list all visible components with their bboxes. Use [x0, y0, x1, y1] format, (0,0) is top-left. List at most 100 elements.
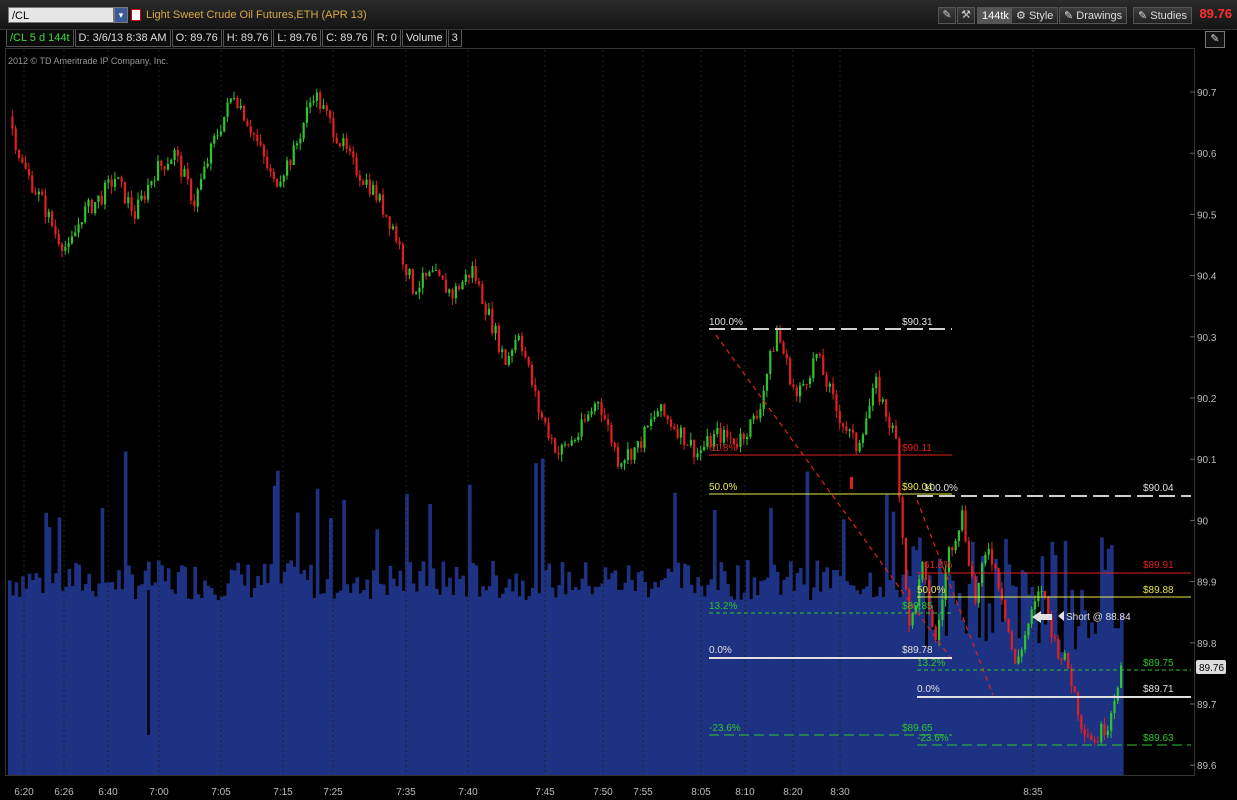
volume-bar — [233, 570, 237, 775]
candle-body — [987, 548, 990, 555]
candle-body — [292, 145, 295, 166]
candle-body — [411, 269, 414, 294]
short-note: Short @ 88.84 — [1066, 612, 1131, 623]
candle-body — [822, 355, 825, 375]
volume-bar — [514, 573, 518, 775]
candle-body — [153, 180, 156, 182]
x-tick-label: 7:40 — [458, 787, 478, 798]
candle-body — [659, 404, 663, 412]
candle-body — [560, 444, 563, 455]
volume-bar — [269, 564, 274, 775]
volume-bar — [504, 587, 509, 775]
y-tick-label: 89.9 — [1197, 578, 1217, 589]
volume-bar — [633, 591, 638, 775]
candle-body — [372, 185, 375, 195]
candle-body — [252, 133, 256, 135]
candle-body — [904, 538, 908, 590]
x-tick-label: 8:35 — [1023, 787, 1043, 798]
fib2-100-price: $90.04 — [1143, 483, 1174, 494]
volume-bar — [554, 597, 558, 775]
candle-body — [51, 211, 54, 226]
candle-body — [666, 415, 669, 420]
candle-body — [620, 463, 623, 467]
candle-body — [11, 116, 14, 129]
candle-body — [832, 383, 835, 395]
volume-bar — [580, 578, 585, 775]
volume-bar — [689, 584, 694, 775]
candle-body — [891, 425, 894, 429]
fib2-132-price: $89.75 — [1143, 658, 1174, 669]
fib1-132-label: 13.2% — [709, 601, 737, 612]
candle-body — [94, 201, 97, 214]
volume-bar — [782, 579, 787, 775]
candle-body — [1057, 638, 1060, 659]
candle-body — [871, 388, 874, 406]
volume-bar — [160, 565, 164, 775]
candle-body — [845, 426, 848, 431]
volume-bar — [133, 599, 138, 775]
candle-body — [746, 436, 749, 440]
volume-bar — [716, 590, 720, 775]
volume-bar — [143, 570, 148, 775]
fib2-neg236-price: $89.63 — [1143, 733, 1174, 744]
x-tick-label: 7:15 — [273, 787, 293, 798]
volume-bar — [610, 573, 614, 775]
candle-body — [769, 351, 772, 374]
candle-body — [636, 441, 640, 448]
volume-bar — [123, 451, 128, 775]
volume-bar — [17, 596, 22, 775]
volume-bar — [381, 584, 386, 775]
volume-bar — [345, 584, 350, 775]
candle-body — [428, 271, 431, 277]
candle-body — [865, 418, 868, 435]
candle-body — [388, 216, 391, 230]
volume-bar — [226, 583, 231, 775]
candle-body — [160, 161, 163, 167]
candle-body — [150, 181, 153, 185]
volume-bar — [570, 590, 575, 775]
volume-bar — [401, 590, 406, 775]
volume-bar — [305, 579, 310, 775]
candle-body — [557, 452, 560, 455]
candle-body — [815, 353, 818, 359]
candle-body — [60, 243, 64, 251]
candle-body — [977, 583, 980, 603]
candle-body — [696, 453, 699, 458]
volume-bar — [249, 597, 254, 775]
candle-body — [269, 168, 272, 172]
candle-body — [173, 149, 176, 161]
candle-body — [990, 548, 994, 565]
candle-body — [749, 419, 752, 437]
x-tick-label: 7:45 — [535, 787, 555, 798]
price-chart[interactable]: 90.7 90.6 90.5 90.4 90.3 90.2 90.1 90 89.9 89.8 89… — [0, 0, 1237, 800]
volume-bar — [984, 641, 988, 775]
y-tick-label: 89.6 — [1197, 761, 1217, 772]
candle-body — [1024, 635, 1027, 650]
candle-body — [415, 292, 418, 294]
candle-body — [14, 128, 17, 150]
candle-body — [1090, 735, 1093, 741]
candle-body — [520, 335, 524, 352]
candle-body — [186, 168, 189, 180]
volume-bar — [90, 591, 95, 775]
candle-body — [385, 214, 388, 217]
volume-bar — [524, 599, 528, 775]
volume-bar — [252, 587, 257, 775]
volume-bar — [223, 595, 227, 775]
volume-bar — [37, 577, 42, 775]
volume-bar — [276, 470, 280, 775]
volume-bar — [607, 579, 611, 775]
volume-bar — [954, 603, 959, 775]
volume-bar — [246, 564, 250, 775]
candle-body — [550, 438, 553, 440]
candle-body — [87, 199, 90, 207]
candle-body — [765, 373, 769, 391]
volume-bar — [117, 570, 121, 775]
x-tick-label: 7:05 — [211, 787, 231, 798]
volume-bar — [898, 597, 902, 775]
candle-body — [1007, 618, 1010, 632]
candle-body — [825, 374, 828, 387]
x-tick-label: 8:20 — [783, 787, 803, 798]
volume-bar — [451, 595, 456, 775]
volume-bar — [94, 596, 98, 775]
